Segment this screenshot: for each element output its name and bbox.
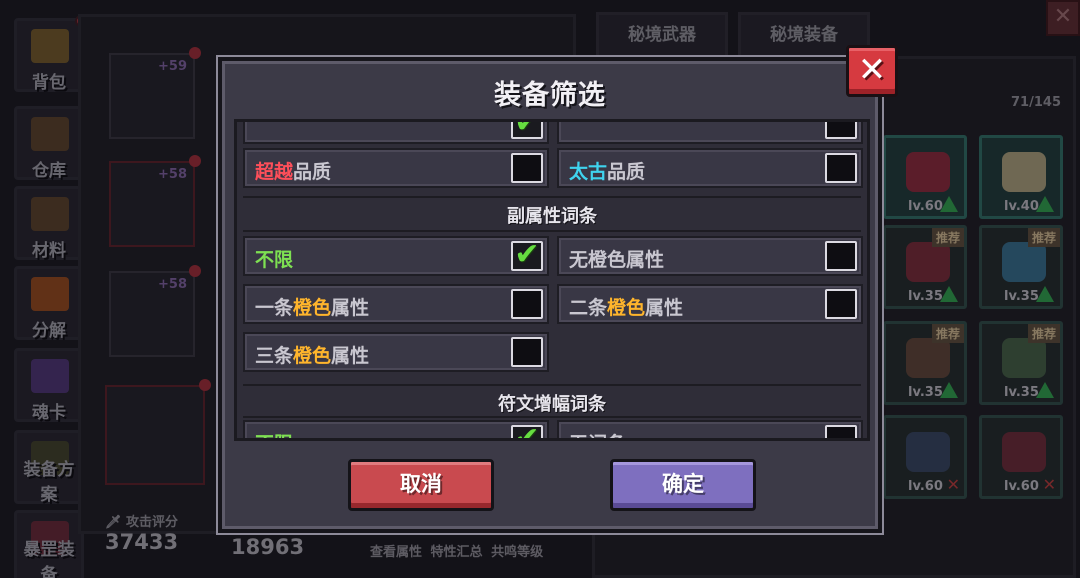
- cancel-button[interactable]: 取消: [348, 459, 494, 511]
- close-button[interactable]: ✕: [846, 45, 898, 97]
- checkbox[interactable]: [825, 153, 857, 183]
- option-label: 无词条: [569, 429, 626, 438]
- filter-option-ancient-quality[interactable]: 太古品质: [557, 148, 863, 188]
- filter-scroll-area[interactable]: ✔ 超越品质 太古品质 副属性词条 不限 ✔ 无橙色属性 一条橙色属性 二条橙色…: [234, 119, 870, 441]
- checkbox[interactable]: [511, 289, 543, 319]
- confirm-button[interactable]: 确定: [610, 459, 756, 511]
- filter-option-hidden-right[interactable]: [557, 122, 863, 144]
- filter-option-one-orange[interactable]: 一条橙色属性: [243, 284, 549, 324]
- section-divider: [243, 416, 861, 418]
- option-label: 二条橙色属性: [569, 297, 684, 319]
- filter-option-transcend-quality[interactable]: 超越品质: [243, 148, 549, 188]
- checkbox[interactable]: ✔: [511, 421, 543, 438]
- filter-option-rune-none[interactable]: 无词条: [557, 420, 863, 438]
- section-title-sub-attributes: 副属性词条: [507, 206, 597, 227]
- filter-option-hidden-left[interactable]: ✔: [243, 119, 549, 144]
- section-divider: [243, 230, 861, 232]
- option-label: 一条橙色属性: [255, 297, 370, 319]
- checkbox[interactable]: [825, 425, 857, 438]
- option-label: 超越品质: [255, 161, 332, 183]
- equipment-filter-dialog: 装备筛选 ✕ ✔ 超越品质 太古品质 副属性词条 不限 ✔ 无橙色属性 一条橙色…: [218, 45, 898, 533]
- option-label: 太古品质: [569, 161, 646, 183]
- check-icon: ✔: [514, 119, 540, 140]
- checkbox[interactable]: [825, 289, 857, 319]
- checkbox[interactable]: [511, 337, 543, 367]
- section-divider: [243, 196, 861, 198]
- filter-option-no-orange[interactable]: 无橙色属性: [557, 236, 863, 276]
- checkbox[interactable]: [825, 241, 857, 271]
- option-label: 无橙色属性: [569, 249, 665, 271]
- dialog-title: 装备筛选: [494, 80, 606, 111]
- option-label: 三条橙色属性: [255, 345, 370, 367]
- checkbox[interactable]: ✔: [511, 119, 543, 140]
- section-title-rune: 符文增幅词条: [498, 394, 606, 415]
- checkbox[interactable]: [825, 122, 857, 139]
- check-icon: ✔: [514, 237, 540, 272]
- filter-option-sub-unlimited[interactable]: 不限 ✔: [243, 236, 549, 276]
- option-label: 不限: [255, 429, 293, 438]
- filter-option-three-orange[interactable]: 三条橙色属性: [243, 332, 549, 372]
- option-label: 不限: [255, 249, 294, 271]
- filter-option-rune-unlimited[interactable]: 不限 ✔: [243, 420, 549, 438]
- section-divider: [243, 384, 861, 386]
- checkbox[interactable]: ✔: [511, 237, 543, 272]
- checkbox[interactable]: [511, 153, 543, 183]
- check-icon: ✔: [514, 421, 540, 441]
- filter-option-two-orange[interactable]: 二条橙色属性: [557, 284, 863, 324]
- close-icon: ✕: [857, 50, 887, 90]
